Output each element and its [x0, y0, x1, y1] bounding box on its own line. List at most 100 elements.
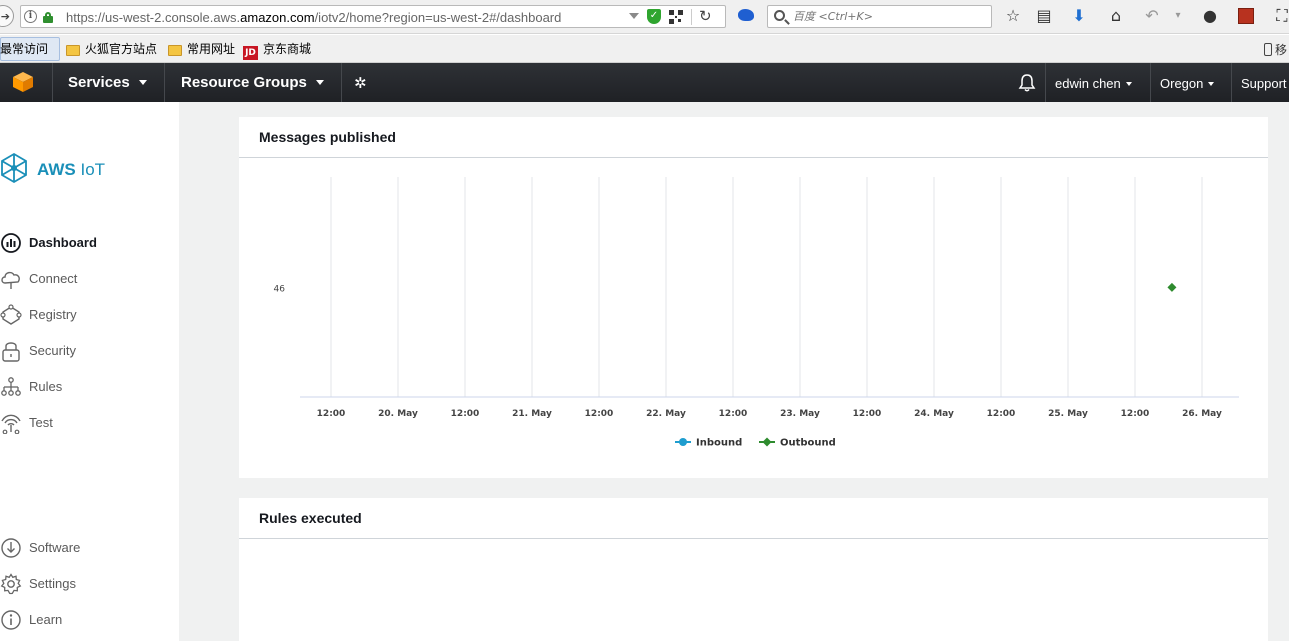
sidebar-item-connect[interactable]: Connect: [0, 267, 179, 291]
data-point-outbound: [1167, 282, 1177, 292]
bookmark-most-visited[interactable]: 最常访问: [0, 41, 48, 57]
phone-icon: [1264, 43, 1272, 56]
user-menu[interactable]: edwin chen: [1055, 63, 1132, 102]
card-divider: [239, 538, 1268, 539]
aws-logo-icon[interactable]: [12, 71, 34, 93]
gear-icon: [0, 573, 22, 595]
lock-icon: [43, 12, 53, 23]
home-icon[interactable]: ⌂: [1106, 6, 1126, 26]
resource-groups-label: Resource Groups: [181, 74, 307, 91]
back-button[interactable]: ➔: [0, 5, 14, 27]
brand-light: IoT: [80, 160, 106, 179]
url-bar[interactable]: i https://us-west-2.console.aws.amazon.c…: [20, 5, 726, 28]
folder-icon: [66, 45, 80, 56]
reading-list-icon[interactable]: ▤: [1034, 6, 1054, 26]
bookmark-label: 京东商城: [263, 42, 312, 56]
x-tick-label: 12:00: [987, 409, 1016, 419]
sidebar: AWS IoT Dashboard Connect Registry Secur…: [0, 102, 179, 641]
folder-icon: [168, 45, 182, 56]
rules-executed-card: Rules executed: [239, 498, 1268, 641]
test-icon: [1, 414, 21, 434]
sidebar-item-label: Rules: [29, 379, 63, 394]
sidebar-item-dashboard[interactable]: Dashboard: [0, 231, 179, 255]
bell-icon[interactable]: [1018, 73, 1036, 93]
sidebar-item-label: Test: [29, 415, 53, 430]
services-menu[interactable]: Services: [68, 63, 147, 102]
legend-label-outbound: Outbound: [780, 438, 836, 449]
messages-published-card: Messages published 12:00 20. May 12:00 21. …: [239, 117, 1268, 478]
chevron-down-icon: [315, 80, 324, 85]
bookmark-jd[interactable]: JD 京东商城: [243, 41, 312, 60]
download-icon[interactable]: ⬇: [1069, 6, 1089, 26]
back-arrow-icon: ➔: [0, 10, 10, 23]
mobile-bookmarks-label: 移: [1275, 43, 1288, 57]
sidebar-item-label: Registry: [29, 307, 77, 322]
extension-bird-icon[interactable]: [738, 9, 754, 21]
browser-toolbar: ➔ i https://us-west-2.console.aws.amazon…: [0, 0, 1289, 34]
header-separator: [1045, 63, 1046, 102]
x-tick-label: 12:00: [853, 409, 882, 419]
url-dropdown-icon[interactable]: [629, 13, 639, 19]
cloud-icon: [1, 271, 20, 289]
x-tick-label: 12:00: [317, 409, 346, 419]
qr-code-icon[interactable]: [669, 10, 683, 24]
sidebar-item-test[interactable]: Test: [0, 411, 179, 435]
bookmark-star-icon[interactable]: ☆: [1003, 6, 1023, 26]
undo-icon[interactable]: ↶: [1142, 6, 1162, 26]
legend-marker: [762, 437, 772, 447]
chevron-down-icon: [1208, 82, 1215, 86]
shield-icon[interactable]: ✓: [647, 9, 661, 24]
bookmark-common-sites[interactable]: 常用网址: [168, 41, 235, 57]
card-title: Rules executed: [259, 510, 362, 526]
messages-chart: 12:00 20. May 12:00 21. May 12:00 22. May 12:0…: [274, 177, 1239, 449]
resource-groups-menu[interactable]: Resource Groups: [181, 63, 324, 102]
sidebar-item-label: Security: [29, 343, 76, 358]
chevron-down-icon: [138, 80, 147, 85]
header-separator: [52, 63, 53, 102]
main-content: Messages published 12:00 20. May 12:00 21. …: [179, 102, 1289, 641]
header-separator: [1231, 63, 1232, 102]
dashboard-icon: [1, 233, 21, 253]
user-label: edwin chen: [1055, 76, 1121, 91]
region-menu[interactable]: Oregon: [1160, 63, 1215, 102]
addon-icon[interactable]: [1236, 6, 1256, 26]
support-menu[interactable]: Support: [1241, 63, 1287, 102]
search-bar[interactable]: [767, 5, 992, 28]
sidebar-item-software[interactable]: Software: [0, 536, 179, 560]
services-label: Services: [68, 74, 130, 91]
mobile-bookmarks[interactable]: 移: [1264, 41, 1287, 58]
x-tick-label: 12:00: [451, 409, 480, 419]
x-tick-label: 25. May: [1048, 409, 1088, 419]
chevron-down-icon[interactable]: ▾: [1168, 6, 1188, 26]
sidebar-item-rules[interactable]: Rules: [0, 375, 179, 399]
search-icon: [774, 10, 785, 21]
search-input[interactable]: [793, 8, 983, 25]
region-label: Oregon: [1160, 76, 1204, 91]
bookmark-label: 火狐官方站点: [85, 42, 158, 56]
x-tick-label: 22. May: [646, 409, 686, 419]
sidebar-item-learn[interactable]: Learn: [0, 608, 179, 632]
reload-icon[interactable]: ↻: [699, 7, 712, 25]
sidebar-item-label: Software: [29, 540, 81, 555]
sidebar-item-settings[interactable]: Settings: [0, 572, 179, 596]
jd-icon: JD: [243, 46, 258, 60]
crop-icon[interactable]: ⛶: [1272, 6, 1289, 26]
url-text[interactable]: https://us-west-2.console.aws.amazon.com…: [66, 10, 561, 25]
download-icon: [1, 538, 21, 558]
x-tick-label: 23. May: [780, 409, 820, 419]
info-icon: [1, 610, 21, 630]
bookmark-firefox-site[interactable]: 火狐官方站点: [66, 41, 157, 57]
x-tick-label: 20. May: [378, 409, 418, 419]
aws-iot-icon: [1, 152, 27, 184]
pin-icon[interactable]: ✲: [354, 74, 367, 92]
site-info-icon[interactable]: i: [24, 10, 37, 23]
sidebar-item-security[interactable]: Security: [0, 339, 179, 363]
y-tick-label: 46: [274, 284, 286, 294]
rules-icon: [1, 377, 21, 396]
x-tick-label: 12:00: [1121, 409, 1150, 419]
chat-icon[interactable]: ●: [1200, 6, 1220, 26]
bookmark-label: 最常访问: [0, 42, 49, 56]
sidebar-item-label: Settings: [29, 576, 76, 591]
sidebar-item-registry[interactable]: Registry: [0, 303, 179, 327]
header-separator: [164, 63, 165, 102]
